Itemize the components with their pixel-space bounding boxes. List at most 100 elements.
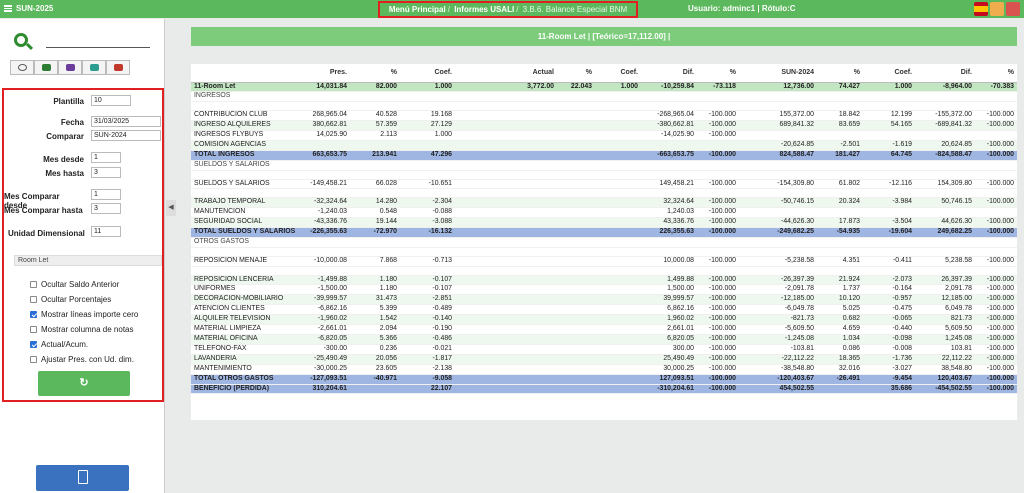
table-row[interactable]: UNIFORMES -1,500.00 1.180 -0.107 1,500.00 -10… bbox=[191, 284, 1017, 296]
table-row[interactable] bbox=[191, 247, 1017, 257]
actual-acum-checkbox[interactable]: Actual/Acum. bbox=[30, 340, 88, 349]
table-cell: -0.190 bbox=[400, 324, 455, 335]
column-header[interactable]: % bbox=[557, 64, 595, 83]
refresh-button[interactable]: ↻ bbox=[38, 371, 130, 396]
checkbox-checked-icon[interactable] bbox=[30, 341, 37, 348]
table-row[interactable] bbox=[191, 170, 1017, 180]
table-row[interactable]: INGRESOS FLYBUYS 14,025.90 2.113 1.000 -14,0… bbox=[191, 130, 1017, 141]
column-header[interactable]: Coef. bbox=[595, 64, 641, 83]
table-row[interactable]: LAVANDERIA -25,490.49 20.056 -1.817 25,490.4… bbox=[191, 354, 1017, 365]
column-header[interactable]: % bbox=[350, 64, 400, 83]
column-header[interactable]: Coef. bbox=[863, 64, 915, 83]
table-cell bbox=[915, 91, 975, 103]
plantilla-field[interactable]: 10 bbox=[91, 95, 131, 106]
table-row[interactable]: TOTAL OTROS GASTOS -127,093.51 -40.971 -9.0… bbox=[191, 374, 1017, 385]
table-cell: 1,499.88 bbox=[641, 275, 697, 286]
table-row[interactable]: INGRESO ALQUILERES 380,662.81 57.359 27.129… bbox=[191, 120, 1017, 132]
table-row[interactable]: ALQUILER TELEVISION -1,960.02 1.542 -0.140 1… bbox=[191, 314, 1017, 326]
table-row[interactable]: REPOSICION MENAJE -10,000.08 7.868 -0.713 10… bbox=[191, 256, 1017, 267]
table-row[interactable]: SUELDOS Y SALARIOS bbox=[191, 160, 1017, 171]
table-cell: 20.324 bbox=[817, 197, 863, 209]
column-header[interactable]: SUN-2024 bbox=[739, 64, 817, 83]
unidad-dimensional-field[interactable]: 11 bbox=[91, 226, 121, 237]
excel-icon[interactable] bbox=[34, 60, 58, 75]
table-row[interactable]: REPOSICION LENCERIA -1,499.88 1.180 -0.107 1… bbox=[191, 275, 1017, 286]
ocultar-saldo-checkbox[interactable]: Ocultar Saldo Anterior bbox=[30, 280, 119, 289]
table-cell: 22,112.22 bbox=[915, 354, 975, 365]
pdf-button[interactable] bbox=[36, 465, 129, 491]
collapse-sidebar-icon[interactable]: ◀ bbox=[166, 200, 176, 216]
mes-hasta-field[interactable]: 3 bbox=[91, 167, 121, 178]
column-header[interactable] bbox=[455, 64, 497, 83]
table-row[interactable]: TOTAL INGRESOS 663,653.75 213.941 47.296 -66… bbox=[191, 150, 1017, 161]
mes-desde-field[interactable]: 1 bbox=[91, 152, 121, 163]
mostrar-lineas-cero-checkbox[interactable]: Mostrar líneas importe cero bbox=[30, 310, 138, 319]
table-row[interactable] bbox=[191, 188, 1017, 199]
menu-icon[interactable] bbox=[4, 5, 12, 12]
table-cell: 10.120 bbox=[817, 294, 863, 306]
checkbox-icon[interactable] bbox=[30, 296, 37, 303]
table-row[interactable] bbox=[191, 266, 1017, 276]
table-cell: 155,372.00 bbox=[739, 110, 817, 122]
table-cell bbox=[557, 170, 595, 180]
table-row[interactable]: SUELDOS Y SALARIOS -149,458.21 66.028 -10.6… bbox=[191, 179, 1017, 190]
table-row[interactable]: BENEFICIO (PERDIDA) 310,204.61 22.107 -310,… bbox=[191, 384, 1017, 395]
fecha-field[interactable]: 31/03/2025 bbox=[91, 116, 161, 127]
printer-color-icon[interactable] bbox=[82, 60, 106, 75]
table-row[interactable]: MATERIAL LIMPIEZA -2,661.01 2.094 -0.190 2,6… bbox=[191, 324, 1017, 335]
eye-icon[interactable] bbox=[10, 60, 34, 75]
table-cell: -54.935 bbox=[817, 227, 863, 238]
column-header[interactable]: Pres. bbox=[295, 64, 350, 83]
table-cell bbox=[497, 188, 557, 199]
mostrar-notas-checkbox[interactable]: Mostrar columna de notas bbox=[30, 325, 134, 334]
column-header[interactable]: % bbox=[697, 64, 739, 83]
table-row[interactable]: MATERIAL OFICINA -6,820.05 5.366 -0.486 6,82… bbox=[191, 334, 1017, 345]
column-header[interactable]: % bbox=[817, 64, 863, 83]
column-header[interactable]: % bbox=[975, 64, 1017, 83]
breadcrumb-main-menu[interactable]: Menú Principal bbox=[389, 5, 446, 14]
table-cell bbox=[497, 91, 557, 103]
table-cell bbox=[497, 304, 557, 316]
table-row[interactable]: MANTENIMIENTO -30,000.25 23.605 -2.138 30,00… bbox=[191, 364, 1017, 375]
ajustar-pres-checkbox[interactable]: Ajustar Pres. con Ud. dim. bbox=[30, 355, 134, 364]
printer-red-icon[interactable] bbox=[106, 60, 130, 75]
table-cell: -100.000 bbox=[975, 217, 1017, 229]
column-header[interactable]: Dif. bbox=[641, 64, 697, 83]
table-cell: -127,093.51 bbox=[295, 374, 350, 385]
printer-icon[interactable] bbox=[58, 60, 82, 75]
mes-comparar-hasta-field[interactable]: 3 bbox=[91, 203, 121, 214]
ocultar-porcentajes-checkbox[interactable]: Ocultar Porcentajes bbox=[30, 295, 111, 304]
table-row[interactable]: DECORACION-MOBILIARIO -39,999.57 31.473 -2.… bbox=[191, 294, 1017, 306]
table-row[interactable]: CONTRIBUCION CLUB 268,965.04 40.528 19.168 -… bbox=[191, 110, 1017, 122]
checkbox-checked-icon[interactable] bbox=[30, 311, 37, 318]
table-row[interactable]: SEGURIDAD SOCIAL -43,336.76 19.144 -3.088 43… bbox=[191, 217, 1017, 229]
checkbox-icon[interactable] bbox=[30, 356, 37, 363]
power-icon[interactable] bbox=[1006, 2, 1020, 16]
table-cell bbox=[557, 188, 595, 199]
checkbox-icon[interactable] bbox=[30, 326, 37, 333]
app-title[interactable]: SUN-2025 bbox=[4, 4, 53, 13]
mes-comparar-desde-field[interactable]: 1 bbox=[91, 189, 121, 200]
table-row[interactable]: TRABAJO TEMPORAL -32,324.64 14.280 -2.304 32… bbox=[191, 197, 1017, 209]
table-row[interactable]: INGRESOS bbox=[191, 91, 1017, 103]
column-header[interactable]: Dif. bbox=[915, 64, 975, 83]
checkbox-icon[interactable] bbox=[30, 281, 37, 288]
table-row[interactable]: ATENCION CLIENTES -6,862.16 5.399 -0.489 6,8… bbox=[191, 304, 1017, 316]
table-row[interactable] bbox=[191, 101, 1017, 112]
table-row[interactable]: 11-Room Let 14,031.84 82.000 1.000 3,772.00 2… bbox=[191, 82, 1017, 93]
search-icon[interactable] bbox=[14, 33, 28, 47]
column-header[interactable] bbox=[191, 64, 295, 83]
table-row[interactable]: TOTAL SUELDOS Y SALARIOS -226,355.63 -72.9… bbox=[191, 227, 1017, 238]
table-cell bbox=[863, 170, 915, 180]
table-row[interactable]: MANUTENCION -1,240.03 0.548 -0.088 1,240.03-… bbox=[191, 207, 1017, 219]
column-header[interactable]: Coef. bbox=[400, 64, 455, 83]
comparar-field[interactable]: SUN-2024 bbox=[91, 130, 161, 141]
column-header[interactable]: Actual bbox=[497, 64, 557, 83]
print-icon[interactable] bbox=[990, 2, 1004, 16]
breadcrumb-reports[interactable]: Informes USALI bbox=[454, 5, 514, 14]
table-row[interactable]: OTROS GASTOS bbox=[191, 237, 1017, 248]
search-input[interactable] bbox=[46, 47, 150, 48]
table-row[interactable]: TELEFONO-FAX -300.00 0.236 -0.021 300.00 -100… bbox=[191, 344, 1017, 355]
flag-spain-icon[interactable] bbox=[974, 2, 988, 16]
table-row[interactable]: COMISION AGENCIAS -20,624.85 -2.501 -1.619 2… bbox=[191, 140, 1017, 151]
